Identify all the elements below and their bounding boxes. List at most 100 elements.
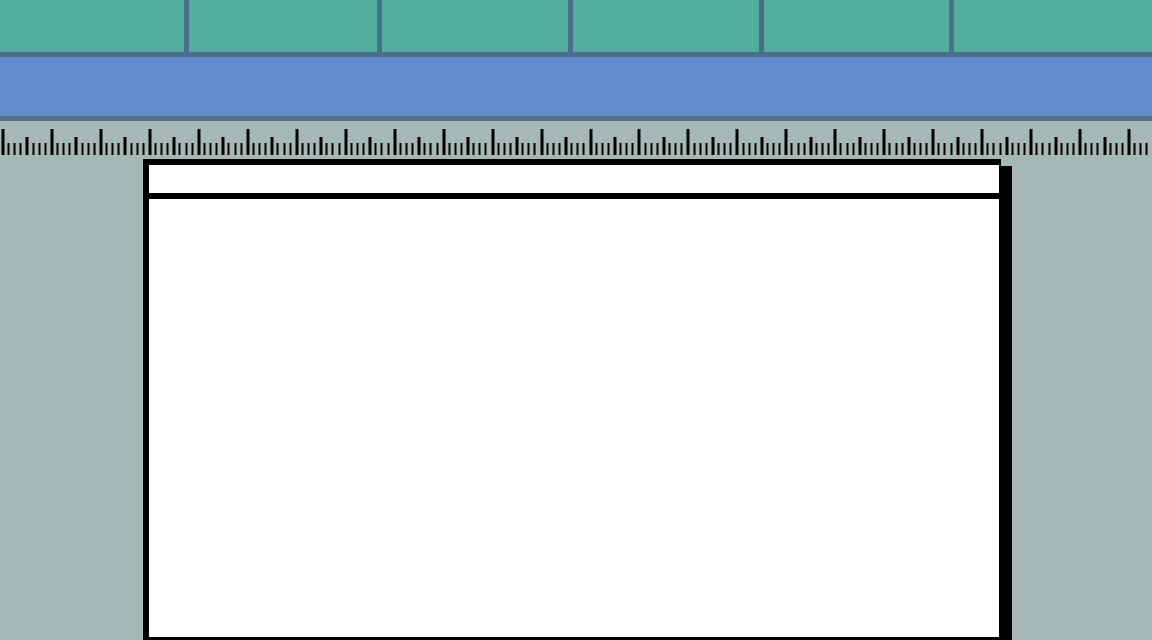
ruler-tick <box>864 143 867 155</box>
ruler-tick <box>521 143 524 155</box>
ruler-tick <box>454 143 457 155</box>
ruler-tick <box>913 143 916 155</box>
ruler-tick <box>374 143 377 155</box>
ruler-tick <box>527 143 530 155</box>
ruler-tick <box>686 129 690 155</box>
ruler-tick <box>1121 143 1124 155</box>
ruler-tick <box>595 143 598 155</box>
ruler-tick <box>637 129 641 155</box>
ruler-tick <box>760 137 764 155</box>
ruler-tick <box>234 143 237 155</box>
page-body-area[interactable] <box>149 199 999 637</box>
ruler-tick <box>589 129 593 155</box>
ruler-tick <box>613 137 617 155</box>
ruler-tick <box>130 143 133 155</box>
tab-6[interactable] <box>954 0 1152 52</box>
ruler-tick <box>331 143 334 155</box>
ruler-tick <box>1005 137 1009 155</box>
ruler-tick <box>723 143 726 155</box>
ruler-tick <box>1103 137 1107 155</box>
ruler-tick <box>50 129 54 155</box>
ruler-tick <box>901 143 904 155</box>
ruler-tick <box>1090 143 1093 155</box>
ruler-tick <box>619 143 622 155</box>
ruler-tick <box>44 143 47 155</box>
ruler-tick <box>185 143 188 155</box>
toolbar <box>0 57 1152 116</box>
ruler-tick <box>625 143 628 155</box>
ruler-tick <box>1054 137 1058 155</box>
page-header-area[interactable] <box>149 165 999 193</box>
ruler-tick <box>937 143 940 155</box>
ruler-tick <box>974 143 977 155</box>
ruler-tick <box>264 143 267 155</box>
ruler-tick <box>956 137 960 155</box>
ruler-tick <box>68 143 71 155</box>
ruler-tick <box>111 143 114 155</box>
word-processor-window <box>0 0 1152 640</box>
ruler-tick <box>876 143 879 155</box>
ruler-tick <box>295 129 299 155</box>
ruler-tick <box>742 143 745 155</box>
ruler-tick <box>472 143 475 155</box>
ruler-tick <box>307 143 310 155</box>
document-page[interactable] <box>143 159 1001 640</box>
ruler-tick <box>209 143 212 155</box>
ruler-ticks <box>1 129 1148 155</box>
ruler-tick <box>833 129 837 155</box>
ruler-tick <box>368 137 372 155</box>
ruler-tick <box>1029 129 1033 155</box>
ruler-tick <box>136 143 139 155</box>
ruler-tick <box>925 143 928 155</box>
ruler-tick <box>815 143 818 155</box>
ruler-tick <box>105 143 108 155</box>
ruler-tick <box>191 143 194 155</box>
ruler-tick <box>1115 143 1118 155</box>
tab-5[interactable] <box>764 0 949 52</box>
ruler-tick <box>478 143 481 155</box>
tab-2[interactable] <box>189 0 377 52</box>
ruler-tick <box>729 143 732 155</box>
ruler-tick <box>582 143 585 155</box>
ruler-tick <box>148 129 152 155</box>
ruler-tick <box>607 143 610 155</box>
ruler-tick <box>735 129 739 155</box>
ruler-tick <box>882 129 886 155</box>
ruler-tick <box>943 143 946 155</box>
ruler-tick <box>650 143 653 155</box>
ruler-tick <box>436 143 439 155</box>
ruler-tick <box>344 129 348 155</box>
ruler-tick <box>356 143 359 155</box>
ruler-tick <box>766 143 769 155</box>
ruler-tick <box>601 143 604 155</box>
ruler-tick <box>662 137 666 155</box>
ruler-tick <box>283 143 286 155</box>
horizontal-ruler[interactable] <box>0 121 1152 159</box>
ruler-tick <box>986 143 989 155</box>
ruler-tick <box>399 143 402 155</box>
ruler-tick <box>154 143 157 155</box>
ruler-tick <box>411 143 414 155</box>
ruler-tick <box>491 129 495 155</box>
ruler-tick <box>313 143 316 155</box>
ruler-tick <box>644 143 647 155</box>
ruler-tick <box>350 143 353 155</box>
ruler-tick <box>533 143 536 155</box>
ruler-tick <box>552 143 555 155</box>
ruler-tick <box>968 143 971 155</box>
ruler-tick <box>1109 143 1112 155</box>
ruler-tick <box>1017 143 1020 155</box>
ruler-tick <box>784 129 788 155</box>
ruler-tick <box>123 137 127 155</box>
tab-1[interactable] <box>0 0 184 52</box>
ruler-tick <box>895 143 898 155</box>
ruler-tick <box>680 143 683 155</box>
ruler-tick <box>827 143 830 155</box>
ruler-tick <box>821 143 824 155</box>
ruler-tick <box>117 143 120 155</box>
tab-4[interactable] <box>573 0 759 52</box>
tab-3[interactable] <box>382 0 568 52</box>
ruler-tick <box>705 143 708 155</box>
ruler-tick <box>1011 143 1014 155</box>
ruler-tick <box>19 143 22 155</box>
